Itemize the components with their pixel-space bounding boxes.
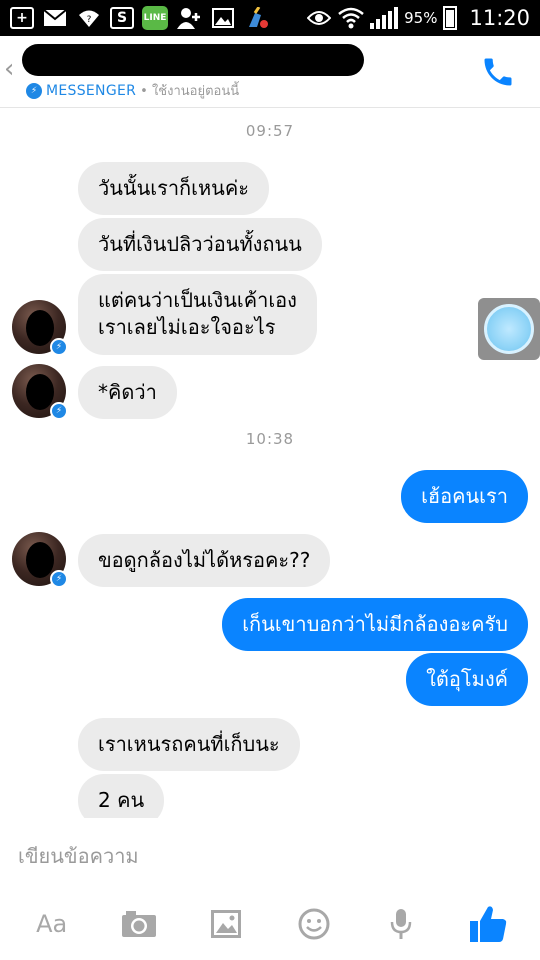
messenger-icon: ⚡ (26, 82, 42, 99)
emoji-icon[interactable] (292, 902, 336, 946)
message-incoming[interactable]: 2 คน (78, 774, 165, 818)
svg-text:?: ? (87, 15, 92, 25)
timestamp: 10:38 (245, 430, 295, 448)
plus-box-icon: + (10, 7, 34, 29)
eye-icon (306, 6, 332, 30)
chat-head-bubble-icon (484, 304, 534, 354)
message-incoming[interactable]: แต่คนว่าเป็นเงินเค้าเอง เราเลยไม่เอะใจอะ… (78, 274, 317, 355)
conversation-header: ‹ ⚡ MESSENGER • ใช้งานอยู่ตอนนี้ (0, 36, 540, 108)
timestamp: 09:57 (245, 122, 295, 140)
message-incoming[interactable]: วันนั้นเราก็เหนค่ะ (78, 162, 269, 215)
phone-icon[interactable] (480, 54, 516, 90)
line-icon: LINE (142, 6, 168, 30)
status-bar: + ? S LINE 95% 11:20 (0, 0, 540, 36)
message-outgoing[interactable]: เก็นเขาบอกว่าไม่มีกล้องอะครับ (222, 598, 528, 651)
clock: 11:20 (469, 6, 530, 30)
avatar[interactable]: ⚡ (12, 532, 68, 588)
message-outgoing[interactable]: เฮ้อคนเรา (401, 470, 528, 523)
signal-icon (370, 7, 399, 29)
battery-percent: 95% (404, 9, 438, 27)
system-status: 95% 11:20 (306, 6, 530, 30)
thumbs-up-icon[interactable] (466, 902, 510, 946)
image-icon (210, 6, 236, 30)
microphone-icon[interactable] (379, 902, 423, 946)
message-incoming[interactable]: วันที่เงินปลิวว่อนทั้งถนน (78, 218, 322, 271)
back-chevron-icon[interactable]: ‹ (4, 54, 14, 84)
messenger-badge-icon: ⚡ (50, 570, 68, 588)
battery-icon (443, 6, 458, 30)
header-subtitle: ⚡ MESSENGER • ใช้งานอยู่ตอนนี้ (26, 80, 239, 101)
message-thread[interactable]: 09:57 วันนั้นเราก็เหนค่ะ วันที่เงินปลิวว… (0, 108, 540, 818)
composer-toolbar: Aa (0, 898, 540, 950)
gallery-icon[interactable] (204, 902, 248, 946)
floating-chat-head[interactable] (478, 298, 540, 360)
skype-icon: S (110, 7, 134, 29)
message-incoming[interactable]: เราเหนรถคนที่เก็บนะ (78, 718, 300, 771)
cleaner-icon (244, 6, 270, 30)
contact-name-redacted (22, 44, 364, 76)
message-incoming[interactable]: ขอดูกล้องไม่ได้หรอคะ?? (78, 534, 331, 587)
messenger-label: MESSENGER (46, 82, 137, 99)
messenger-badge-icon: ⚡ (50, 402, 68, 420)
wifi-question-icon: ? (76, 6, 102, 30)
text-format-button[interactable]: Aa (30, 902, 74, 946)
notification-icons: + ? S LINE (10, 6, 270, 30)
message-outgoing[interactable]: ใต้อุโมงค์ (406, 653, 528, 706)
message-incoming[interactable]: *คิดว่า (78, 366, 177, 419)
avatar[interactable]: ⚡ (12, 300, 68, 356)
message-input[interactable]: เขียนข้อความ (18, 840, 139, 872)
camera-icon[interactable] (117, 902, 161, 946)
messenger-badge-icon: ⚡ (50, 338, 68, 356)
wifi-icon (338, 6, 364, 30)
avatar[interactable]: ⚡ (12, 364, 68, 420)
active-status: • ใช้งานอยู่ตอนนี้ (140, 84, 240, 99)
mail-icon (42, 6, 68, 30)
add-contact-icon (176, 6, 202, 30)
